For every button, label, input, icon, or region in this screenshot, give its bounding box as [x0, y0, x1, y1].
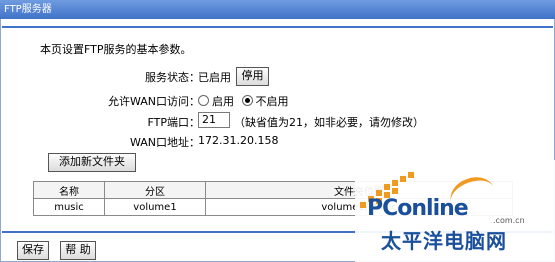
page-description: 本页设置FTP服务的基本参数。	[40, 43, 192, 56]
cell-name: music	[33, 198, 105, 216]
page-title: FTP服务器	[0, 0, 555, 19]
watermark-chinese-name: 太平洋电脑网	[381, 229, 507, 253]
service-status-value: 已启用	[198, 71, 231, 84]
ftp-port-label: FTP端口：	[147, 116, 201, 129]
watermark-brand: PConline	[367, 196, 469, 221]
watermark-domain: .com.cn	[493, 216, 525, 225]
wan-access-options: 启用 不启用	[198, 93, 289, 109]
wan-access-enable-option[interactable]: 启用	[198, 95, 234, 108]
wan-access-enable-label: 启用	[212, 95, 234, 108]
help-button[interactable]: 帮 助	[60, 241, 96, 260]
add-folder-button[interactable]: 添加新文件夹	[48, 153, 136, 172]
wan-access-disable-option[interactable]: 不启用	[241, 95, 289, 108]
wan-access-disable-label: 不启用	[255, 95, 289, 108]
column-header-name: 名称	[33, 181, 105, 199]
radio-disable[interactable]	[241, 95, 253, 106]
watermark: PConline .com.cn 太平洋电脑网	[355, 160, 555, 262]
wan-access-label: 允许WAN口访问：	[107, 95, 200, 108]
wan-address-value: 172.31.20.158	[198, 134, 279, 147]
disable-service-button[interactable]: 停用	[236, 67, 269, 86]
radio-enable[interactable]	[198, 95, 209, 106]
divider-top	[2, 26, 553, 28]
column-header-partition: 分区	[104, 181, 206, 199]
wan-address-label: WAN口地址：	[129, 136, 200, 149]
service-status-label: 服务状态：	[145, 71, 200, 84]
cell-partition: volume1	[104, 198, 206, 216]
ftp-port-hint: （缺省值为21，如非必要，请勿修改）	[234, 116, 424, 129]
save-button[interactable]: 保存	[17, 241, 49, 260]
ftp-port-input[interactable]: 21	[198, 112, 230, 128]
